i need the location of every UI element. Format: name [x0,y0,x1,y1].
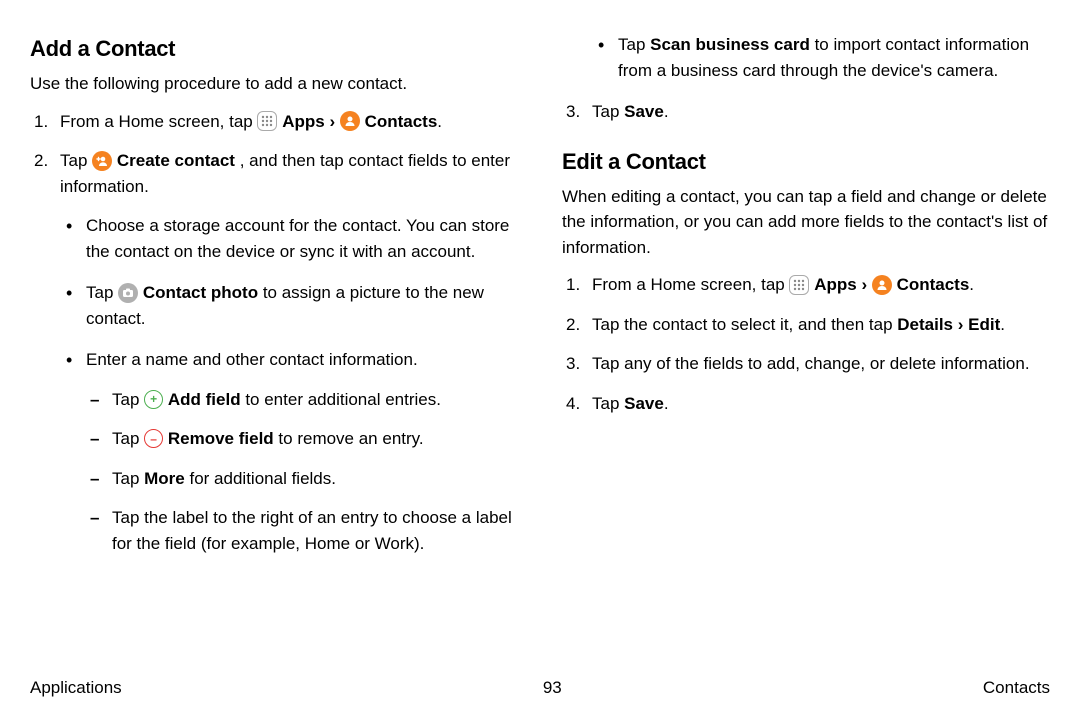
apps-icon [789,275,809,295]
heading-add-contact: Add a Contact [30,32,518,65]
bullet-contact-photo: Tap Contact photo to assign a picture to… [60,280,518,331]
create-contact-icon [92,151,112,171]
step-2-bullets: Choose a storage account for the contact… [60,213,518,556]
dash-add-field: Tap + Add field to enter additional entr… [86,387,518,413]
footer-page-number: 93 [543,675,562,701]
edit-contact-steps: 1. From a Home screen, tap Apps › Contac… [562,272,1050,416]
dash-more: Tap More for additional fields. [86,466,518,492]
edit-step-3: 3. Tap any of the fields to add, change,… [562,351,1050,377]
step-1: 1. From a Home screen, tap Apps › Contac… [30,109,518,135]
left-column: Add a Contact Use the following procedur… [30,32,518,672]
dash-label: Tap the label to the right of an entry t… [86,505,518,556]
step-2: 2. Tap Create contact , and then tap con… [30,148,518,556]
bullet-storage: Choose a storage account for the contact… [60,213,518,264]
edit-step-2: 2. Tap the contact to select it, and the… [562,312,1050,338]
footer-left: Applications [30,675,122,701]
bullet-enter-name: Enter a name and other contact informati… [60,347,518,556]
page-footer: Applications 93 Contacts [30,675,1050,701]
plus-icon: + [144,390,163,409]
camera-icon [118,283,138,303]
intro-edit-contact: When editing a contact, you can tap a fi… [562,184,1050,261]
right-column: Tap Scan business card to import contact… [562,32,1050,672]
heading-edit-contact: Edit a Contact [562,145,1050,178]
add-contact-steps: 1. From a Home screen, tap Apps › Contac… [30,109,518,557]
edit-step-4: 4. Tap Save. [562,391,1050,417]
contacts-icon [340,111,360,131]
apps-icon [257,111,277,131]
contacts-icon [872,275,892,295]
edit-step-1: 1. From a Home screen, tap Apps › Contac… [562,272,1050,298]
add-contact-step3-list: 3. Tap Save. [562,99,1050,125]
continued-bullets: Tap Scan business card to import contact… [562,32,1050,83]
bullet-scan-card: Tap Scan business card to import contact… [592,32,1050,83]
intro-add-contact: Use the following procedure to add a new… [30,71,518,97]
step-3-save: 3. Tap Save. [562,99,1050,125]
minus-icon: – [144,429,163,448]
footer-right: Contacts [983,675,1050,701]
enter-name-dashes: Tap + Add field to enter additional entr… [86,387,518,557]
dash-remove-field: Tap – Remove field to remove an entry. [86,426,518,452]
